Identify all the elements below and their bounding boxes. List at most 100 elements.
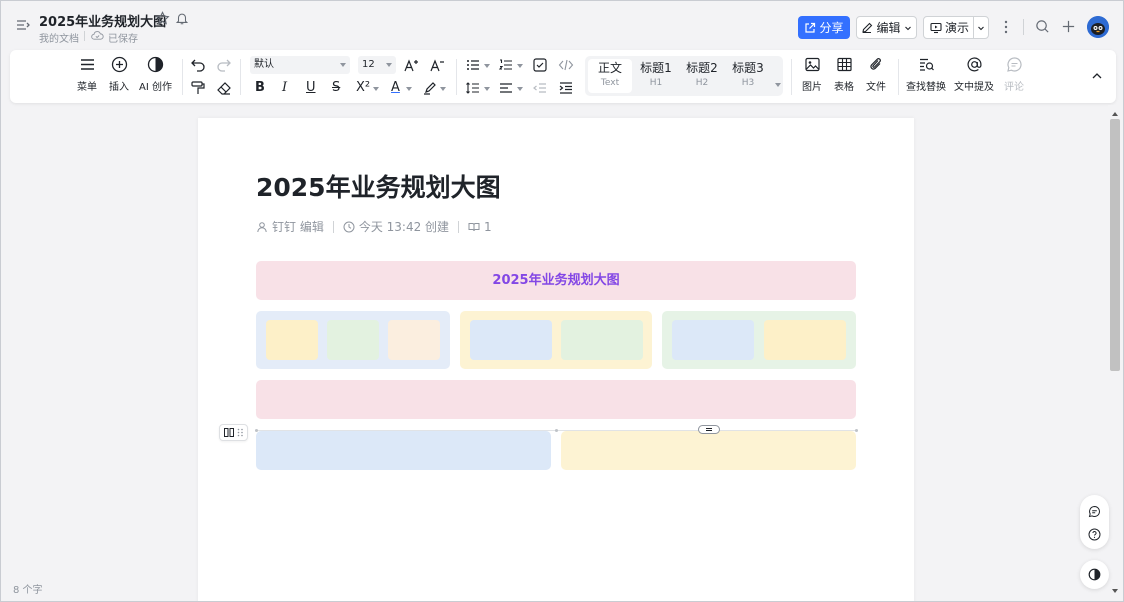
insert-file-button[interactable]: 文件 (866, 56, 886, 93)
present-options[interactable] (974, 24, 988, 32)
find-replace-button[interactable]: 查找替换 (906, 56, 946, 93)
chevron-down-icon[interactable] (517, 87, 523, 91)
comment-icon[interactable] (1088, 505, 1101, 518)
chevron-down-icon[interactable] (517, 64, 523, 68)
doc-title[interactable]: 2025年业务规划大图 (39, 11, 166, 30)
insert-table-button[interactable]: 表格 (834, 56, 854, 93)
page-title[interactable]: 2025年业务规划大图 (256, 168, 501, 204)
decrease-font-icon[interactable] (429, 57, 445, 73)
chevron-down-icon[interactable] (484, 87, 490, 91)
outdent-icon[interactable] (532, 80, 548, 96)
diagram-card[interactable] (266, 320, 318, 360)
share-button[interactable]: 分享 (798, 16, 850, 39)
insert-button[interactable]: 插入 (109, 56, 129, 93)
diagram-group-green[interactable] (662, 311, 856, 369)
code-icon[interactable] (558, 57, 574, 73)
document-page[interactable]: 2025年业务规划大图 钉钉 编辑 今天 13:42 创建 1 2025年业务规… (198, 118, 914, 601)
font-family-select[interactable]: 默认 (250, 56, 350, 74)
diagram-card[interactable] (764, 320, 846, 360)
search-icon[interactable] (1035, 19, 1050, 34)
doc-path[interactable]: 我的文档 (39, 30, 79, 45)
chevron-down-icon[interactable] (373, 87, 379, 91)
diagram-card[interactable] (388, 320, 440, 360)
undo-icon[interactable] (190, 57, 206, 73)
style-text[interactable]: 正文 Text (588, 59, 632, 93)
mention-button[interactable]: 文中提及 (954, 56, 994, 93)
comment-button[interactable]: 评论 (1004, 56, 1024, 93)
drag-dots-icon (237, 428, 243, 437)
eraser-icon[interactable] (216, 80, 232, 96)
bell-icon[interactable] (175, 11, 189, 26)
scroll-up-arrow[interactable] (1112, 112, 1118, 116)
scroll-thumb[interactable] (1110, 119, 1120, 371)
toolbar-divider (456, 59, 457, 95)
present-main[interactable]: 演示 (924, 17, 974, 38)
ai-icon (147, 56, 164, 73)
font-size-select[interactable]: 12 (358, 56, 396, 74)
checklist-icon[interactable] (532, 57, 548, 73)
style-h2[interactable]: 标题2 H2 (680, 59, 724, 93)
present-button[interactable]: 演示 (923, 16, 989, 39)
underline-button[interactable]: U (306, 80, 316, 95)
vertical-scrollbar[interactable] (1108, 105, 1122, 601)
scroll-down-arrow[interactable] (1112, 589, 1118, 593)
diagram-card[interactable] (672, 320, 754, 360)
font-color-button[interactable]: A (391, 80, 400, 95)
chevron-down-icon (386, 63, 392, 67)
diagram-block-yellow[interactable] (561, 431, 856, 470)
diagram-block-blue[interactable] (256, 431, 551, 470)
top-bar: 2025年业务规划大图 我的文档 已保存 分享 编辑 演示 (1, 1, 1123, 49)
star-icon[interactable] (155, 11, 170, 26)
chevron-down-icon[interactable] (484, 64, 490, 68)
style-h3[interactable]: 标题3 H3 (726, 59, 770, 93)
chevron-up-icon[interactable] (1091, 70, 1103, 82)
highlighter-icon[interactable] (422, 80, 438, 96)
block-drag-handle[interactable] (219, 424, 248, 441)
resize-dot[interactable] (255, 429, 258, 432)
edit-mode-button[interactable]: 编辑 (856, 16, 917, 39)
chevron-down-icon[interactable] (406, 87, 412, 91)
align-icon[interactable] (498, 80, 514, 96)
superscript-button[interactable]: X² (356, 80, 370, 95)
theme-toggle-button[interactable] (1080, 560, 1109, 589)
style-h1[interactable]: 标题1 H1 (634, 59, 678, 93)
help-icon[interactable] (1088, 528, 1101, 541)
avatar[interactable] (1087, 16, 1109, 38)
ai-label: AI 创作 (139, 82, 172, 93)
diagram-group-blue[interactable] (256, 311, 450, 369)
indent-icon[interactable] (558, 80, 574, 96)
format-painter-icon[interactable] (190, 80, 206, 96)
insert-image-button[interactable]: 图片 (802, 56, 822, 93)
numbered-list-icon[interactable] (498, 57, 514, 73)
chevron-down-icon[interactable] (440, 87, 446, 91)
style-sublabel: H3 (741, 78, 755, 88)
italic-button[interactable]: I (282, 80, 287, 95)
resize-dot[interactable] (555, 429, 558, 432)
floating-help-panel (1080, 495, 1109, 549)
chevron-down-icon (978, 26, 984, 30)
diagram-card[interactable] (327, 320, 379, 360)
line-spacing-icon[interactable] (465, 80, 481, 96)
redo-icon[interactable] (216, 57, 232, 73)
bold-button[interactable]: B (255, 80, 265, 95)
diagram-group-yellow[interactable] (460, 311, 652, 369)
sidebar-toggle-icon[interactable] (15, 17, 31, 33)
increase-font-icon[interactable] (403, 57, 419, 73)
menu-button[interactable]: 菜单 (77, 56, 97, 93)
plus-icon[interactable] (1061, 19, 1076, 34)
save-status: 已保存 (108, 34, 138, 45)
bullet-list-icon[interactable] (465, 57, 481, 73)
ai-create-button[interactable]: AI 创作 (139, 56, 172, 93)
pencil-icon (862, 22, 873, 33)
resize-dot[interactable] (855, 429, 858, 432)
diagram-strip[interactable] (256, 380, 856, 419)
strikethrough-button[interactable]: S (332, 80, 340, 95)
chevron-down-icon[interactable] (775, 83, 781, 87)
user-icon (257, 221, 267, 232)
diagram-card[interactable] (561, 320, 643, 360)
more-vertical-icon[interactable] (1001, 19, 1011, 35)
diagram-banner[interactable]: 2025年业务规划大图 (256, 261, 856, 300)
diagram-card[interactable] (470, 320, 552, 360)
share-icon (805, 22, 816, 33)
column-resize-handle[interactable] (698, 425, 720, 434)
